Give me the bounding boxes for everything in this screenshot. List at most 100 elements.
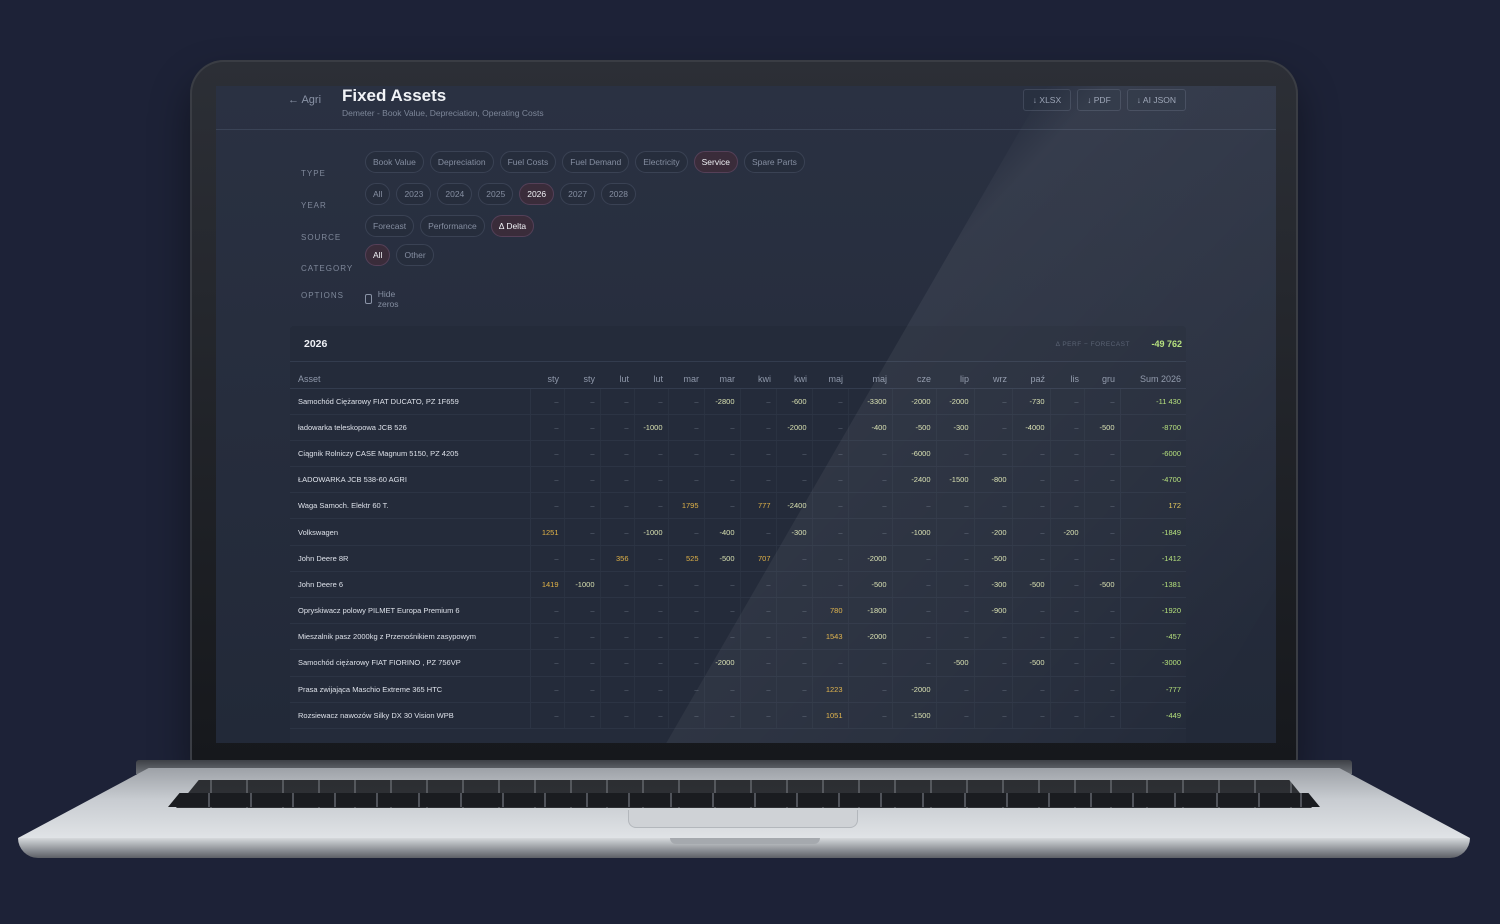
month-cell: – bbox=[529, 440, 564, 468]
month-cell: – bbox=[633, 676, 668, 703]
month-cell: – bbox=[1083, 676, 1120, 703]
month-cell: -200 bbox=[1049, 518, 1084, 546]
category-pill[interactable]: All bbox=[365, 244, 391, 266]
month-cell: – bbox=[529, 649, 564, 677]
type-pill[interactable]: Book Value bbox=[365, 151, 424, 173]
month-cell: – bbox=[1083, 702, 1120, 729]
type-pill[interactable]: Spare Parts bbox=[743, 151, 805, 173]
table-row[interactable]: John Deere 8R – –356–525 -500 707– – -2000– – -5… bbox=[290, 545, 1186, 572]
export-pdf-button[interactable]: ↓ PDF bbox=[1077, 89, 1121, 111]
column-header-month[interactable]: lut bbox=[600, 370, 634, 389]
table-row[interactable]: Samochód Ciężarowy FIAT DUCATO, PZ 1F659… bbox=[290, 388, 1186, 415]
export-ai-json-button[interactable]: ↓ AI JSON bbox=[1126, 89, 1186, 111]
year-pill[interactable]: 2025 bbox=[478, 183, 514, 205]
year-pills: All 2023 2024 2025 2026 2027 2028 bbox=[365, 183, 636, 205]
month-cell: – bbox=[529, 623, 564, 651]
column-header-asset[interactable]: Asset bbox=[290, 370, 530, 389]
month-cell: – bbox=[1083, 466, 1120, 494]
month-cell: – bbox=[703, 440, 740, 468]
table-row[interactable]: Ciągnik Rolniczy CASE Magnum 5150, PZ 42… bbox=[290, 440, 1186, 468]
month-cell: -6000 bbox=[891, 440, 936, 468]
type-pill[interactable]: Fuel Demand bbox=[562, 151, 630, 173]
column-header-sum[interactable]: Sum 2026 bbox=[1120, 370, 1186, 389]
month-cell: – bbox=[891, 623, 936, 651]
column-header-month[interactable]: maj bbox=[812, 370, 848, 389]
table-row[interactable]: Mieszalnik pasz 2000kg z Przenośnikiem z… bbox=[290, 623, 1186, 651]
hide-zeros-option[interactable]: Hide zeros bbox=[365, 289, 402, 309]
month-cell: – bbox=[973, 414, 1012, 441]
month-cell: -800 bbox=[973, 466, 1012, 494]
delta-label: Δ PERF − FORECAST bbox=[1055, 341, 1130, 348]
type-pill[interactable]: Fuel Costs bbox=[499, 151, 557, 173]
export-xlsx-button[interactable]: ↓ XLSX bbox=[1022, 89, 1072, 111]
column-header-month[interactable]: lip bbox=[936, 370, 974, 389]
column-header-month[interactable]: kwi bbox=[740, 370, 776, 389]
type-pill[interactable]: Service bbox=[693, 151, 738, 173]
year-pill[interactable]: All bbox=[365, 183, 391, 205]
table-row[interactable]: ładowarka teleskopowa JCB 526– – – -1000– – –… bbox=[290, 414, 1186, 441]
column-header-month[interactable]: sty bbox=[564, 370, 600, 389]
column-header-month[interactable]: mar bbox=[704, 370, 740, 389]
sum-cell: -1920 bbox=[1119, 597, 1186, 625]
column-header-month[interactable]: cze bbox=[892, 370, 936, 389]
table-row[interactable]: Samochód ciężarowy FIAT FIORINO , PZ 756… bbox=[290, 649, 1186, 677]
month-cell: – bbox=[1011, 676, 1050, 703]
month-cell: -2000 bbox=[703, 649, 740, 677]
year-pill[interactable]: 2027 bbox=[560, 183, 596, 205]
page-subtitle: Demeter - Book Value, Depreciation, Oper… bbox=[342, 108, 544, 118]
month-cell: – bbox=[529, 702, 564, 729]
table-row[interactable]: Waga Samoch. Elektr 60 T. – – – –1795–777 -24… bbox=[290, 492, 1186, 520]
table-row[interactable]: Prasa zwijająca Maschio Extreme 365 HTC –… bbox=[290, 676, 1186, 703]
hide-zeros-label: Hide zeros bbox=[377, 289, 399, 309]
table-row[interactable]: ŁADOWARKA JCB 538-60 AGRI – – – – – – – – – – -2400… bbox=[290, 466, 1186, 494]
year-pill[interactable]: 2023 bbox=[396, 183, 432, 205]
month-cell: – bbox=[811, 518, 848, 546]
year-pill[interactable]: 2026 bbox=[519, 183, 555, 205]
month-cell: – bbox=[811, 545, 848, 572]
month-cell: – bbox=[703, 702, 740, 729]
month-cell: – bbox=[935, 702, 974, 729]
year-pill[interactable]: 2028 bbox=[601, 183, 636, 205]
asset-name: Samochód Ciężarowy FIAT DUCATO, PZ 1F659 bbox=[290, 388, 531, 415]
month-cell: – bbox=[847, 440, 892, 468]
column-header-month[interactable]: wrz bbox=[974, 370, 1012, 389]
source-pill[interactable]: Performance bbox=[420, 215, 485, 237]
column-header-month[interactable]: sty bbox=[530, 370, 564, 389]
month-cell: – bbox=[633, 492, 668, 520]
column-header-month[interactable]: paź bbox=[1012, 370, 1050, 389]
month-cell: – bbox=[935, 545, 974, 572]
type-pill[interactable]: Electricity bbox=[635, 151, 688, 173]
month-cell: – bbox=[1049, 492, 1084, 520]
column-header-month[interactable]: lut bbox=[634, 370, 668, 389]
month-cell: – bbox=[891, 597, 936, 625]
sum-cell: -777 bbox=[1119, 676, 1186, 703]
filter-label-category: CATEGORY bbox=[301, 264, 354, 273]
year-pill[interactable]: 2024 bbox=[437, 183, 473, 205]
column-header-month[interactable]: lis bbox=[1050, 370, 1084, 389]
month-cell: – bbox=[847, 492, 892, 520]
table-row[interactable]: Volkswagen 1251– – -1000– -400– -300– – -1000– -… bbox=[290, 518, 1186, 546]
month-cell: – bbox=[529, 676, 564, 703]
keyboard-row bbox=[168, 793, 1320, 807]
table-row[interactable]: Rozsiewacz nawozów Silky DX 30 Vision WP… bbox=[290, 702, 1186, 729]
assets-table: Asset sty sty lut lut mar mar kwi kwi maj maj cze li… bbox=[290, 370, 1186, 729]
sum-cell: -3000 bbox=[1119, 649, 1186, 677]
type-pill[interactable]: Depreciation bbox=[429, 151, 494, 173]
month-cell: – bbox=[739, 571, 776, 599]
source-pill[interactable]: Δ Delta bbox=[490, 215, 535, 237]
category-pill[interactable]: Other bbox=[396, 244, 434, 266]
month-cell: – bbox=[739, 702, 776, 729]
source-pill[interactable]: Forecast bbox=[365, 215, 415, 237]
laptop-base bbox=[18, 760, 1470, 858]
hide-zeros-checkbox[interactable] bbox=[365, 294, 372, 304]
column-header-month[interactable]: gru bbox=[1084, 370, 1120, 389]
table-row[interactable]: Opryskiwacz polowy PILMET Europa Premium… bbox=[290, 597, 1186, 625]
table-row[interactable]: John Deere 6 1419 -1000– – – – – – – -500– – -300 -5… bbox=[290, 571, 1186, 599]
asset-name: ładowarka teleskopowa JCB 526 bbox=[290, 414, 531, 441]
back-link[interactable]: ← Agri bbox=[288, 94, 321, 106]
column-header-month[interactable]: maj bbox=[848, 370, 892, 389]
column-header-month[interactable]: mar bbox=[668, 370, 704, 389]
column-header-month[interactable]: kwi bbox=[776, 370, 812, 389]
month-cell: -300 bbox=[973, 571, 1012, 599]
month-cell: – bbox=[529, 597, 564, 625]
